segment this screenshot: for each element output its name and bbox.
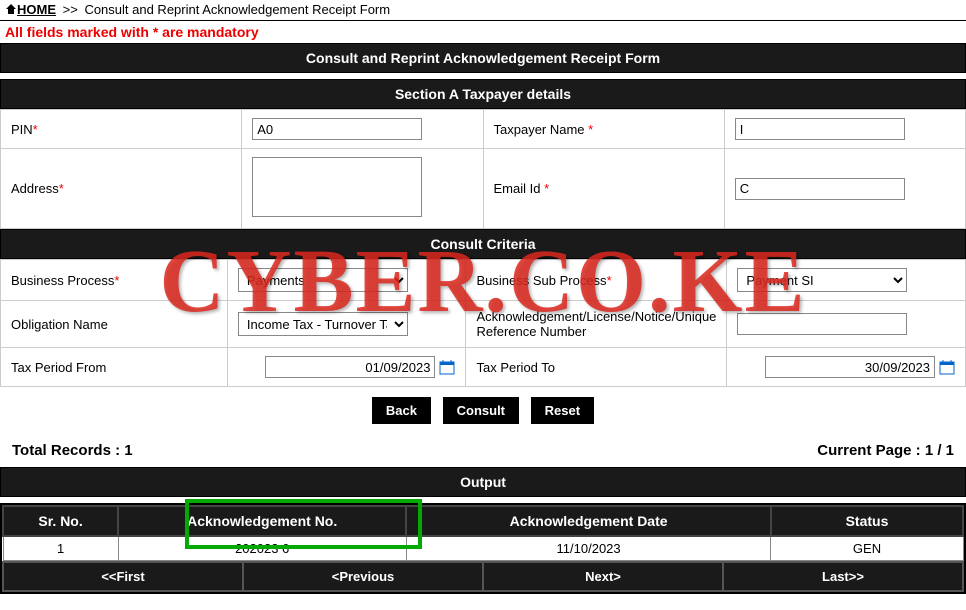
- ack-ref-input[interactable]: [737, 313, 907, 335]
- col-ackno: Acknowledgement No.: [118, 506, 406, 536]
- asterisk: *: [544, 181, 549, 196]
- output-header: Output: [0, 467, 966, 497]
- section-a-table: PIN* Taxpayer Name * Address* Email Id *: [0, 109, 966, 229]
- address-textarea[interactable]: [252, 157, 422, 217]
- table-row[interactable]: 1 202023 6 11/10/2023 GEN: [3, 536, 963, 561]
- total-records-label: Total Records :: [12, 442, 124, 459]
- business-process-label: Business Process: [11, 273, 114, 288]
- asterisk: *: [607, 273, 612, 288]
- current-page-value: 1 / 1: [925, 442, 954, 459]
- current-page-label: Current Page :: [817, 442, 925, 459]
- nav-last[interactable]: Last>>: [723, 562, 963, 591]
- col-ackdate: Acknowledgement Date: [406, 506, 771, 536]
- breadcrumb-separator: >>: [63, 2, 78, 17]
- col-status: Status: [771, 506, 963, 536]
- button-row: Back Consult Reset: [0, 387, 966, 434]
- address-label: Address: [11, 181, 59, 196]
- nav-prev[interactable]: <Previous: [243, 562, 483, 591]
- business-process-select[interactable]: Payments: [238, 268, 408, 292]
- pin-input[interactable]: [252, 118, 422, 140]
- email-input[interactable]: [735, 178, 905, 200]
- asterisk: *: [59, 181, 64, 196]
- reset-button[interactable]: Reset: [531, 397, 594, 424]
- consult-button[interactable]: Consult: [443, 397, 519, 424]
- section-a-header: Section A Taxpayer details: [0, 79, 966, 109]
- breadcrumb-current: Consult and Reprint Acknowledgement Rece…: [84, 2, 390, 17]
- obligation-name-select[interactable]: Income Tax - Turnover Tax: [238, 312, 408, 336]
- output-table: Sr. No. Acknowledgement No. Acknowledgem…: [2, 505, 964, 561]
- page-title: Consult and Reprint Acknowledgement Rece…: [0, 43, 966, 73]
- business-sub-process-label: Business Sub Process: [476, 273, 606, 288]
- back-button[interactable]: Back: [372, 397, 431, 424]
- asterisk: *: [114, 273, 119, 288]
- output-wrapper: Sr. No. Acknowledgement No. Acknowledgem…: [0, 503, 966, 594]
- consult-criteria-header: Consult Criteria: [0, 229, 966, 259]
- obligation-name-label: Obligation Name: [11, 317, 108, 332]
- pagination-nav: <<First <Previous Next> Last>>: [2, 561, 964, 592]
- pin-label: PIN: [11, 122, 33, 137]
- breadcrumb: HOME >> Consult and Reprint Acknowledgem…: [0, 0, 966, 21]
- mandatory-note: All fields marked with * are mandatory: [0, 21, 966, 43]
- taxpayer-name-input[interactable]: [735, 118, 905, 140]
- tax-period-from-input[interactable]: [265, 356, 435, 378]
- home-icon: [5, 3, 17, 18]
- calendar-icon[interactable]: [939, 359, 955, 375]
- asterisk: *: [33, 122, 38, 137]
- email-label: Email Id: [494, 181, 545, 196]
- business-sub-process-select[interactable]: Payment SI: [737, 268, 907, 292]
- ack-ref-label: Acknowledgement/License/Notice/Unique Re…: [476, 309, 716, 339]
- records-row: Total Records : 1 Current Page : 1 / 1: [0, 434, 966, 467]
- tax-period-from-label: Tax Period From: [11, 360, 106, 375]
- taxpayer-name-label: Taxpayer Name: [494, 122, 589, 137]
- cell-srno: 1: [3, 536, 118, 561]
- consult-criteria-table: Business Process* Payments Business Sub …: [0, 259, 966, 387]
- cell-status: GEN: [771, 536, 963, 561]
- cell-ackno[interactable]: 202023 6: [118, 536, 406, 561]
- calendar-icon[interactable]: [439, 359, 455, 375]
- tax-period-to-input[interactable]: [765, 356, 935, 378]
- nav-next[interactable]: Next>: [483, 562, 723, 591]
- asterisk: *: [588, 122, 593, 137]
- total-records-value: 1: [124, 442, 132, 459]
- col-srno: Sr. No.: [3, 506, 118, 536]
- cell-ackdate: 11/10/2023: [406, 536, 771, 561]
- home-link[interactable]: HOME: [17, 2, 56, 17]
- nav-first[interactable]: <<First: [3, 562, 243, 591]
- tax-period-to-label: Tax Period To: [476, 360, 555, 375]
